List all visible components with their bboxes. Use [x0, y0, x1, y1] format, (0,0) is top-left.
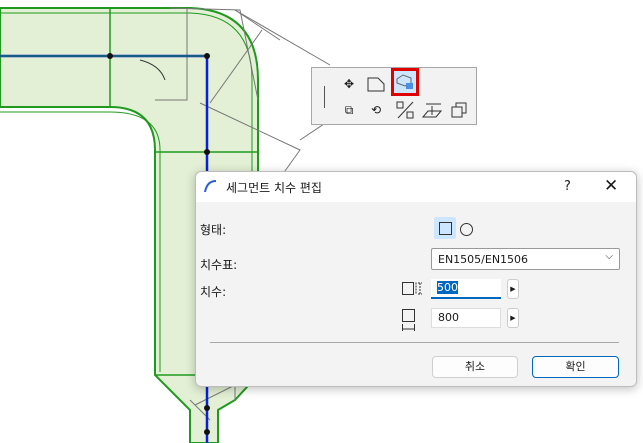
- height-menu-button[interactable]: ▶: [507, 279, 519, 299]
- width-input[interactable]: 800: [431, 308, 501, 328]
- split-icon[interactable]: [394, 99, 416, 121]
- ok-button[interactable]: 확인: [532, 356, 619, 378]
- elevate-icon[interactable]: [421, 99, 443, 121]
- height-input[interactable]: 500: [431, 279, 501, 299]
- width-menu-button[interactable]: ▶: [507, 308, 519, 328]
- dialog-title: 세그먼트 치수 편집: [226, 181, 322, 195]
- width-value: 800: [438, 311, 459, 324]
- width-dimension-icon: [402, 309, 415, 331]
- close-icon[interactable]: ✕: [604, 176, 618, 196]
- edit-segment-dimensions-icon[interactable]: [391, 68, 419, 96]
- help-button[interactable]: ?: [564, 179, 571, 194]
- cancel-button[interactable]: 취소: [432, 356, 518, 378]
- height-value: 500: [437, 281, 458, 294]
- size-table-value: EN1505/EN1506: [438, 253, 529, 266]
- rotate-icon[interactable]: ⟲: [365, 99, 387, 121]
- height-dimension-icon: [402, 282, 422, 295]
- shape-label: 형태:: [200, 223, 227, 237]
- chevron-down-icon: ⌵: [605, 251, 613, 262]
- shape-rectangular-button[interactable]: [434, 217, 456, 239]
- move-icon[interactable]: ✥: [338, 73, 360, 95]
- move-copy-icon[interactable]: ⧉: [338, 99, 360, 121]
- pet-palette: ✥ ⧉ ⟲: [311, 67, 477, 125]
- title-bar: 세그먼트 치수 편집 ? ✕: [196, 172, 636, 202]
- vertical-divider: [324, 86, 325, 108]
- size-label: 치수:: [200, 285, 227, 299]
- corner-icon[interactable]: [365, 73, 387, 95]
- divider: [210, 342, 619, 343]
- multiply-icon[interactable]: [448, 99, 470, 121]
- size-table-label: 치수표:: [200, 258, 238, 272]
- edit-segment-dimensions-dialog: 세그먼트 치수 편집 ? ✕ 형태: 치수표: EN1505/EN1506 ⌵ 치…: [195, 171, 637, 387]
- app-icon: [204, 180, 217, 193]
- shape-round-button[interactable]: [460, 223, 473, 236]
- size-table-select[interactable]: EN1505/EN1506 ⌵: [431, 248, 620, 270]
